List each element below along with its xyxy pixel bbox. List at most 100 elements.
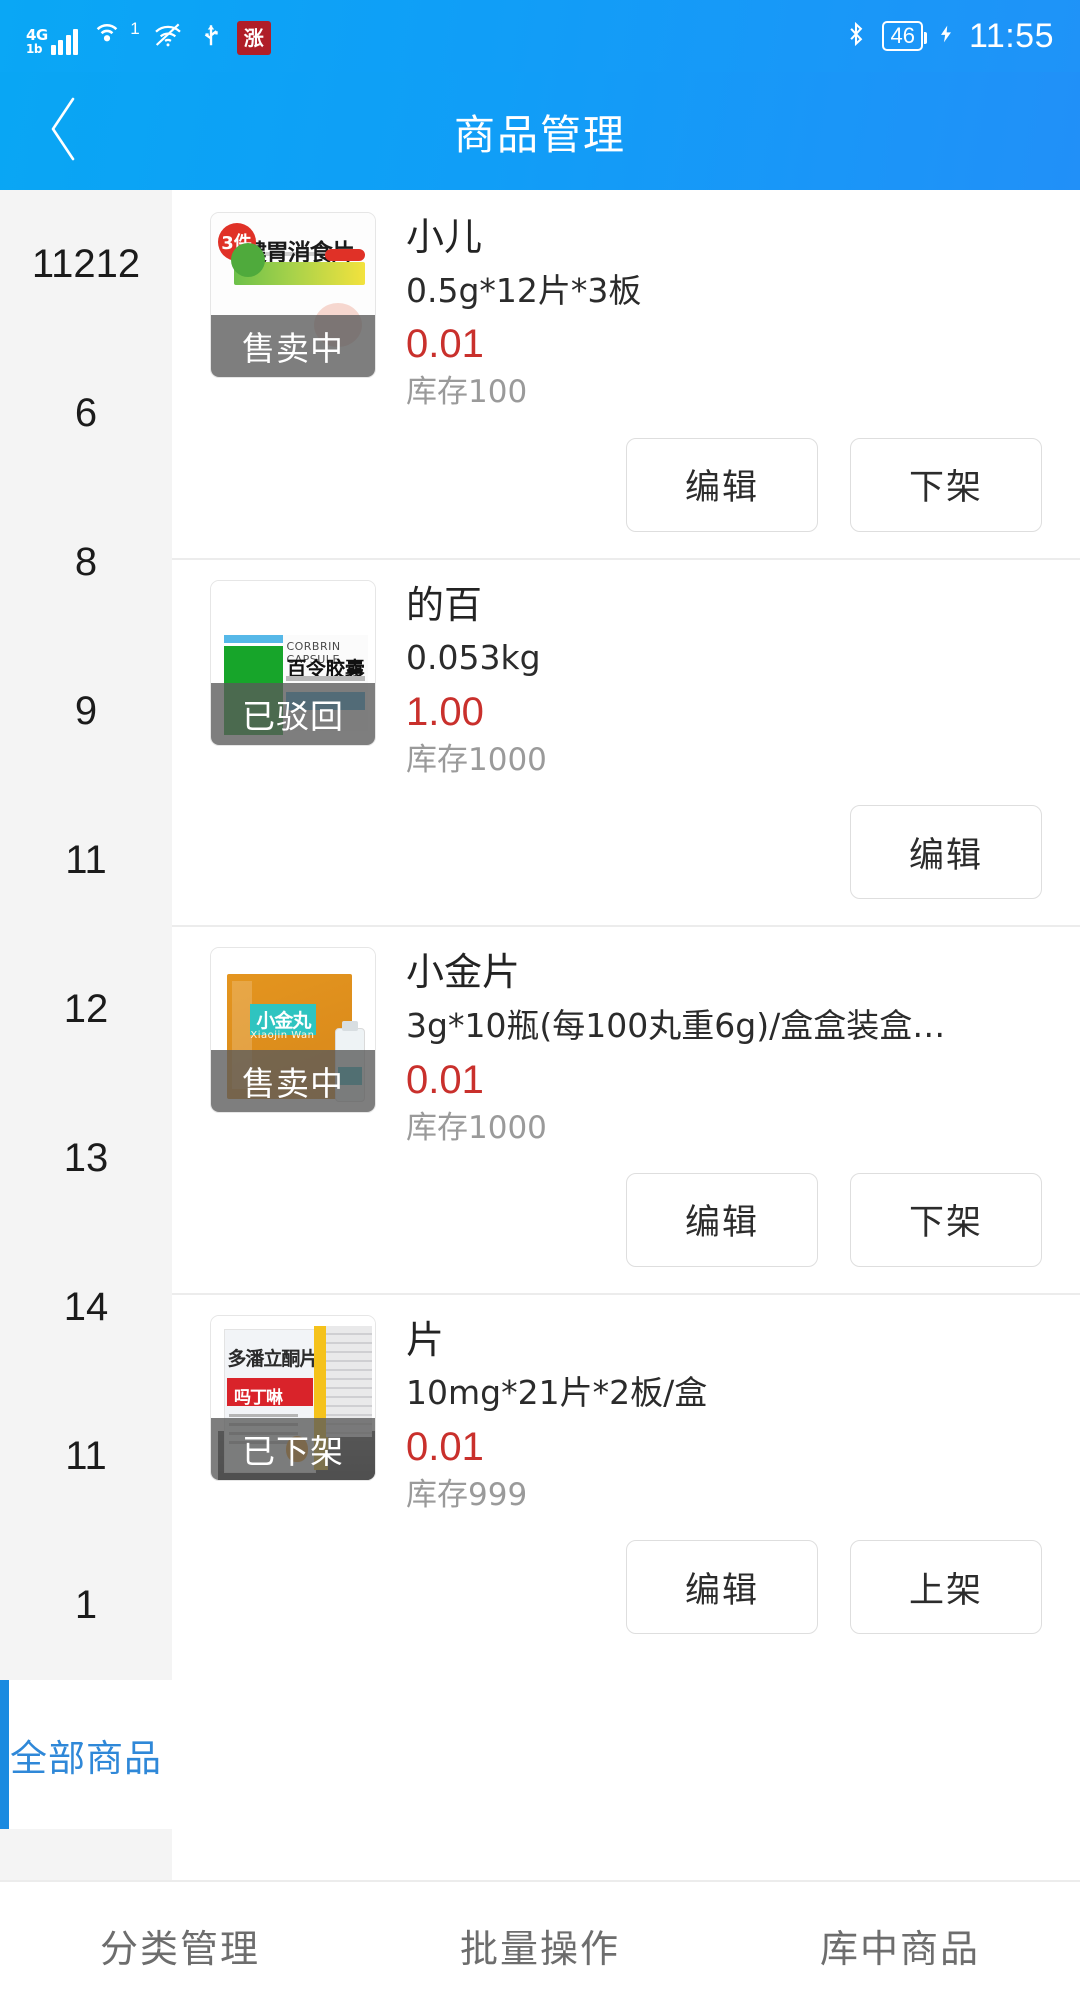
sidebar-item-label: 13 [63,1136,109,1180]
tab-batch-operations[interactable]: 批量操作 [360,1918,720,1973]
sidebar-item-6[interactable]: 6 [0,339,172,488]
product-price: 0.01 [406,1425,484,1470]
product-row[interactable]: 多潘立酮片 吗丁啉 已下架 片 10mg*21片*2板/盒 0.01 库存999… [172,1292,1080,1661]
status-bar-right-icons: 46 11:55 [843,16,1054,56]
product-stock: 库存1000 [406,1109,547,1146]
page-title: 商品管理 [454,111,626,159]
status-bar-clock: 11:55 [968,16,1054,55]
network-type-label: 4G [26,26,48,44]
sidebar-item-11212[interactable]: 11212 [0,190,172,339]
product-stock: 库存999 [406,1477,528,1514]
product-row[interactable]: 小金丸 Xiaojin Wan 售卖中 小金片 3g*10瓶(每100丸重6g)… [172,925,1080,1293]
product-summary: 小金丸 Xiaojin Wan 售卖中 小金片 3g*10瓶(每100丸重6g)… [172,947,1080,1147]
product-name: 小金片 [406,950,521,995]
product-name: 片 [406,1317,445,1362]
category-sidebar[interactable]: 11212 6 8 9 11 12 13 14 11 1 全部商品 [0,190,172,1880]
product-info: 的百 0.053kg 1.00 库存1000 [406,580,1054,780]
list-button[interactable]: 上架 [850,1540,1042,1635]
bottom-toolbar: 分类管理 批量操作 库中商品 [0,1880,1080,2008]
sidebar-item-label: 14 [63,1285,109,1329]
app-icon: 涨 [236,21,271,55]
thumb-product-name: 多潘立酮片 [227,1347,318,1370]
hotspot-icon [89,17,125,55]
product-row[interactable]: 健胃消食片 3件 售卖中 小儿 0.5g*12片*3板 0.01 库存100 编… [172,190,1080,558]
product-info: 小儿 0.5g*12片*3板 0.01 库存100 [406,212,1054,412]
status-bar-left-icons: 4G 1b 1 涨 [26,17,271,55]
product-stock: 库存100 [406,374,528,411]
unlist-button[interactable]: 下架 [850,1172,1042,1267]
product-spec: 10mg*21片*2板/盒 [406,1373,708,1413]
product-name: 小儿 [406,215,483,259]
bluetooth-icon [843,16,869,56]
product-actions: 编辑 上架 [172,1514,1080,1660]
product-actions: 编辑 下架 [172,412,1080,558]
status-badge: 已驳回 [211,682,375,745]
sidebar-item-1[interactable]: 1 [0,1531,172,1680]
tab-warehouse-products[interactable]: 库中商品 [720,1918,1080,1973]
app-screen: 4G 1b 1 涨 46 11:55 商品管理 11212 6 8 9 11 1… [0,0,1080,2008]
hotspot-count-badge: 1 [130,19,140,38]
status-badge: 售卖中 [211,1050,375,1113]
sidebar-item-label: 12 [63,987,109,1031]
charging-bolt-icon [936,18,956,54]
sidebar-item-9[interactable]: 9 [0,637,172,786]
sidebar-item-label: 6 [74,391,98,435]
tab-category-management[interactable]: 分类管理 [0,1918,360,1973]
back-button[interactable] [0,72,130,190]
status-badge: 售卖中 [211,315,375,377]
product-info: 片 10mg*21片*2板/盒 0.01 库存999 [406,1315,1054,1515]
cellular-signal-group: 4G 1b [26,25,79,56]
sidebar-item-label: 8 [74,540,98,584]
network-sub-label: 1b [26,42,42,56]
sidebar-item-label: 11212 [31,242,141,286]
product-row[interactable]: CORBRIN CAPSULE 百令胶囊 已驳回 的百 0.053kg 1.00… [172,557,1080,926]
product-stock: 库存1000 [406,741,547,778]
edit-button[interactable]: 编辑 [626,437,818,532]
product-thumbnail[interactable]: 健胃消食片 3件 售卖中 [210,212,376,378]
main-content: 11212 6 8 9 11 12 13 14 11 1 全部商品 健胃消食片 … [0,190,1080,1880]
product-list[interactable]: 健胃消食片 3件 售卖中 小儿 0.5g*12片*3板 0.01 库存100 编… [172,190,1080,1880]
product-name: 的百 [406,582,483,627]
product-thumbnail[interactable]: 小金丸 Xiaojin Wan 售卖中 [210,947,376,1114]
edit-button[interactable]: 编辑 [626,1540,818,1635]
sidebar-item-label: 11 [65,1434,107,1478]
back-chevron-icon [41,94,89,168]
sidebar-item-11-a[interactable]: 11 [0,786,172,935]
product-spec: 3g*10瓶(每100丸重6g)/盒盒装盒… [406,1005,946,1045]
signal-bars-icon [50,25,79,55]
sidebar-item-14[interactable]: 14 [0,1233,172,1382]
sidebar-item-label: 1 [74,1583,98,1627]
sidebar-item-11-b[interactable]: 11 [0,1382,172,1531]
product-price: 0.01 [406,1057,484,1102]
network-type-icon: 4G 1b [26,26,48,56]
sidebar-item-12[interactable]: 12 [0,935,172,1084]
sidebar-item-8[interactable]: 8 [0,488,172,637]
status-badge: 已下架 [211,1417,375,1480]
product-spec: 0.5g*12片*3板 [406,270,642,310]
product-price: 1.00 [406,689,484,734]
product-summary: 多潘立酮片 吗丁啉 已下架 片 10mg*21片*2板/盒 0.01 库存999 [172,1314,1080,1515]
wifi-off-icon [151,19,185,55]
usb-icon [196,17,226,55]
product-thumbnail[interactable]: 多潘立酮片 吗丁啉 已下架 [210,1314,376,1481]
product-actions: 编辑 [172,779,1080,925]
thumb-product-sub: 吗丁啉 [233,1387,283,1408]
unlist-button[interactable]: 下架 [850,437,1042,532]
battery-level-indicator: 46 [882,21,928,51]
sidebar-item-all-products[interactable]: 全部商品 [0,1680,172,1829]
product-info: 小金片 3g*10瓶(每100丸重6g)/盒盒装盒… 0.01 库存1000 [406,947,1054,1147]
app-header: 商品管理 [0,72,1080,190]
sidebar-item-13[interactable]: 13 [0,1084,172,1233]
sidebar-item-label: 11 [65,838,107,882]
product-summary: 健胃消食片 3件 售卖中 小儿 0.5g*12片*3板 0.01 库存100 [172,212,1080,412]
thumb-product-sub: Xiaojin Wan [250,1030,315,1042]
product-price: 0.01 [406,322,484,367]
status-bar: 4G 1b 1 涨 46 11:55 [0,0,1080,72]
sidebar-item-label: 全部商品 [10,1736,162,1780]
product-thumbnail[interactable]: CORBRIN CAPSULE 百令胶囊 已驳回 [210,579,376,746]
product-actions: 编辑 下架 [172,1147,1080,1293]
product-spec: 0.053kg [406,638,541,678]
edit-button[interactable]: 编辑 [850,805,1042,900]
product-summary: CORBRIN CAPSULE 百令胶囊 已驳回 的百 0.053kg 1.00… [172,579,1080,780]
edit-button[interactable]: 编辑 [626,1172,818,1267]
